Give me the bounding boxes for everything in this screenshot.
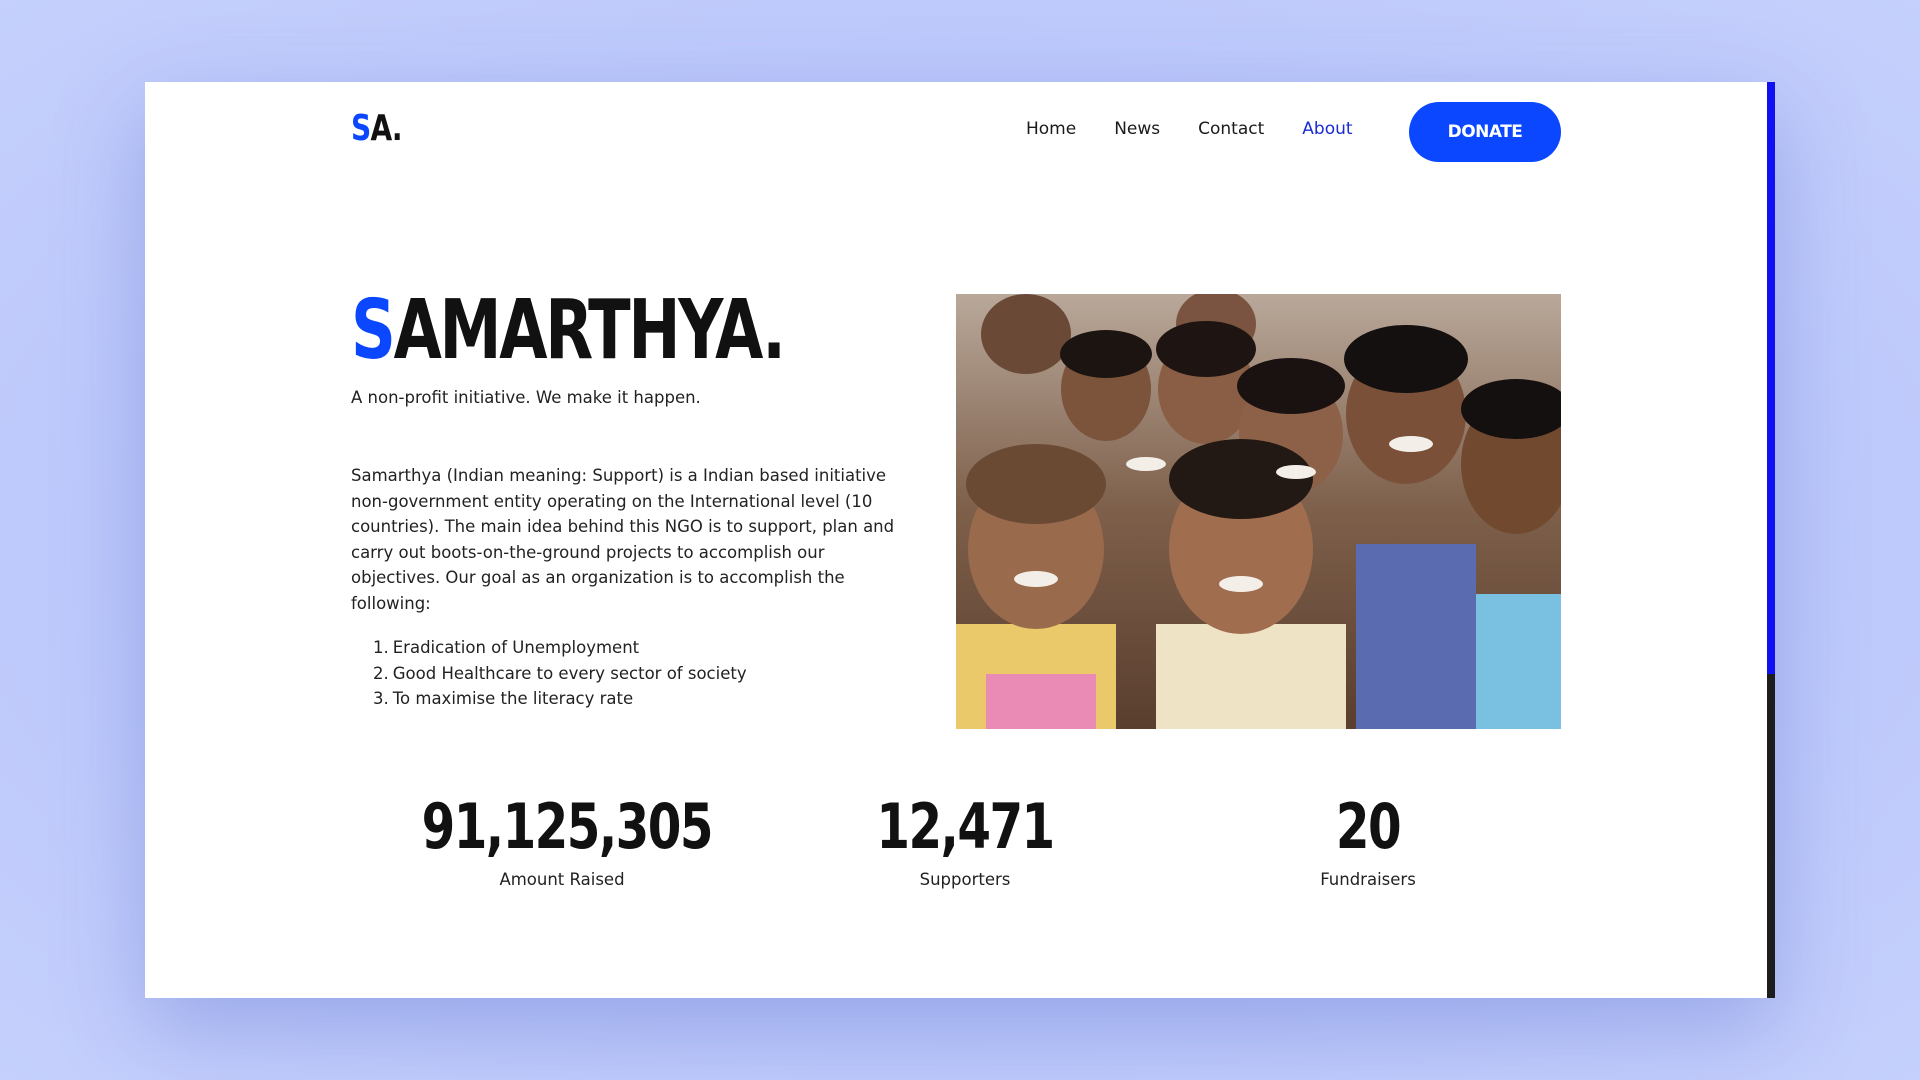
list-item: 1. Eradication of Unemployment: [373, 638, 640, 657]
page-scrollbar[interactable]: [1767, 82, 1775, 998]
stat-amount-raised: 91,125,305 Amount Raised: [382, 790, 742, 890]
group-of-smiling-children-photo: [956, 294, 1561, 729]
title-text: AMARTHYA.: [393, 283, 786, 378]
logo-accent-letter: S: [351, 108, 371, 149]
children-photo: [956, 294, 1561, 729]
nav-news[interactable]: News: [1114, 119, 1160, 139]
main-nav: Home News Contact About: [1026, 119, 1391, 139]
nav-contact[interactable]: Contact: [1198, 119, 1264, 139]
site-logo[interactable]: SA.: [351, 108, 403, 149]
goal-text: To maximise the literacy rate: [392, 689, 634, 708]
tagline: A non-profit initiative. We make it happ…: [351, 388, 701, 407]
donate-button[interactable]: DONATE: [1409, 102, 1561, 162]
stat-fundraisers: 20 Fundraisers: [1188, 790, 1548, 890]
stat-value: 91,125,305: [421, 790, 714, 863]
stat-label: Amount Raised: [499, 870, 625, 889]
stat-label: Fundraisers: [1320, 870, 1416, 889]
page-title: SAMARTHYA.: [351, 290, 786, 372]
scrollbar-thumb[interactable]: [1767, 82, 1775, 674]
list-item: 2. Good Healthcare to every sector of soc…: [373, 663, 747, 683]
nav-home[interactable]: Home: [1026, 119, 1076, 139]
title-accent-letter: S: [351, 283, 396, 378]
stat-label: Supporters: [919, 870, 1011, 889]
stat-value: 20: [1335, 790, 1402, 863]
stat-supporters: 12,471 Supporters: [785, 790, 1145, 890]
logo-text: A.: [370, 108, 402, 149]
nav-about[interactable]: About: [1302, 119, 1352, 139]
goal-text: Good Healthcare to every sector of socie…: [392, 663, 747, 683]
list-item: 3. To maximise the literacy rate: [373, 689, 634, 708]
goals-list: 1. Eradication of Unemployment 2. Good Hea…: [373, 635, 913, 712]
description-paragraph: Samarthya (Indian meaning: Support) is a…: [351, 466, 895, 613]
goal-text: Eradication of Unemployment: [392, 638, 640, 657]
stat-value: 12,471: [876, 790, 1055, 863]
browser-page: SA. Home News Contact About DONATE SAMAR…: [145, 82, 1775, 998]
